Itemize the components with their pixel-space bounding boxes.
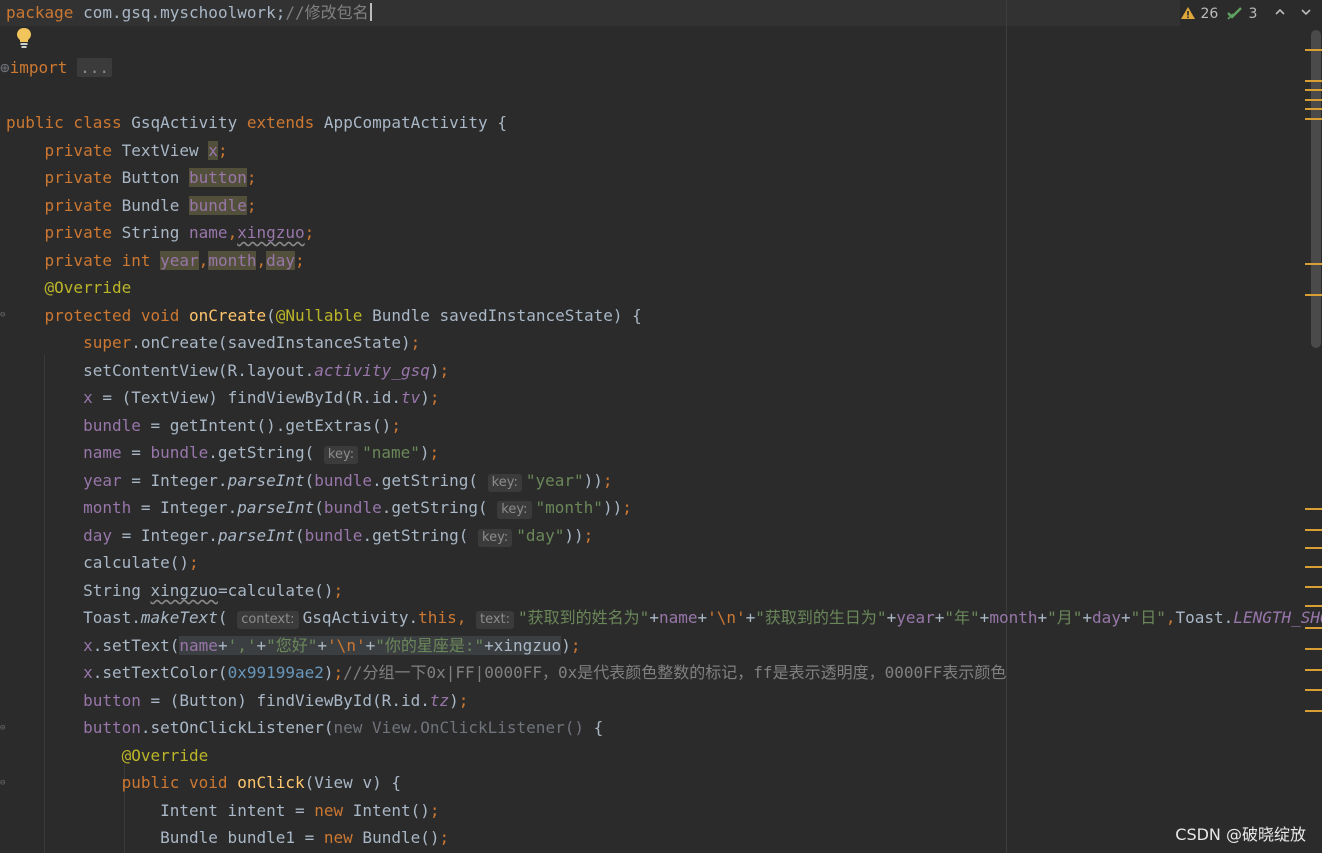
watermark: CSDN @破晓绽放 bbox=[1175, 825, 1306, 844]
warning-stripe[interactable] bbox=[1305, 108, 1322, 110]
warnings-indicator[interactable]: 26 bbox=[1180, 4, 1218, 24]
param-hint: text: bbox=[475, 611, 515, 629]
right-margin-guide bbox=[1006, 0, 1007, 853]
weak-warnings-count: 3 bbox=[1248, 6, 1258, 22]
code-line[interactable]: year = Integer.parseInt(bundle.getString… bbox=[6, 470, 613, 492]
warning-stripe[interactable] bbox=[1305, 605, 1322, 607]
code-line[interactable]: public void onClick(View v) { bbox=[6, 772, 401, 794]
code-line[interactable]: button = (Button) findViewById(R.id.tz); bbox=[6, 690, 468, 712]
code-line[interactable]: x.setTextColor(0x99199ae2);//分组一下0x|FF|0… bbox=[6, 662, 1006, 684]
code-line[interactable]: private Button button; bbox=[6, 167, 256, 189]
text-cursor bbox=[369, 3, 372, 21]
warnings-count: 26 bbox=[1200, 6, 1219, 22]
class-name: GsqActivity bbox=[131, 113, 238, 132]
warning-stripe[interactable] bbox=[1305, 669, 1322, 671]
code-line[interactable]: bundle = getIntent().getExtras(); bbox=[6, 415, 401, 437]
warning-stripe[interactable] bbox=[1305, 529, 1322, 531]
code-line[interactable]: private TextView x; bbox=[6, 140, 228, 162]
warning-stripe[interactable] bbox=[1305, 547, 1322, 549]
code-line[interactable]: x.setText(name+','+"您好"+'\n'+"你的星座是:"+xi… bbox=[6, 635, 580, 657]
warning-stripe[interactable] bbox=[1305, 294, 1322, 296]
code-line[interactable]: @Override bbox=[6, 745, 209, 767]
code-line[interactable]: Intent intent = new Intent(); bbox=[6, 800, 439, 822]
warning-stripe[interactable] bbox=[1305, 99, 1322, 101]
code-line[interactable]: String xingzuo=calculate(); bbox=[6, 580, 343, 602]
code-line[interactable]: calculate(); bbox=[6, 552, 199, 574]
param-hint: key: bbox=[323, 446, 359, 464]
previous-problem-button[interactable] bbox=[1274, 4, 1286, 24]
code-line[interactable]: private Bundle bundle; bbox=[6, 195, 256, 217]
inspection-widget: 26 3 bbox=[1180, 0, 1322, 28]
folded-imports[interactable]: ... bbox=[77, 58, 112, 77]
string-literal: "year" bbox=[525, 471, 584, 490]
param-hint: key: bbox=[497, 501, 532, 519]
warning-icon bbox=[1181, 7, 1195, 19]
check-icon bbox=[1227, 7, 1242, 20]
code-line[interactable]: @Override bbox=[6, 277, 132, 299]
color-literal: 0x99199ae2 bbox=[227, 663, 324, 682]
code-editor[interactable]: ⊖ ⊖ ⊖ package com.gsq.myschoolwork;//修改包… bbox=[0, 0, 1322, 853]
code-line[interactable]: package com.gsq.myschoolwork;//修改包名 bbox=[6, 2, 372, 24]
next-problem-button[interactable] bbox=[1300, 4, 1312, 24]
warning-stripe[interactable] bbox=[1305, 566, 1322, 568]
warning-stripe[interactable] bbox=[1305, 710, 1322, 712]
warning-stripe[interactable] bbox=[1305, 80, 1322, 82]
chevron-down-icon bbox=[1301, 9, 1311, 16]
string-literal: "month" bbox=[535, 498, 603, 517]
warning-stripe[interactable] bbox=[1305, 648, 1322, 650]
code-line[interactable]: protected void onCreate(@Nullable Bundle… bbox=[6, 305, 642, 327]
code-line[interactable]: private String name,xingzuo; bbox=[6, 222, 315, 244]
weak-warnings-indicator[interactable]: 3 bbox=[1226, 4, 1257, 24]
warning-stripe[interactable] bbox=[1305, 586, 1322, 588]
package-comment: //修改包名 bbox=[285, 3, 369, 22]
string-literal: "name" bbox=[362, 443, 420, 462]
parent-class: AppCompatActivity bbox=[323, 113, 488, 132]
chevron-up-icon bbox=[1275, 8, 1285, 15]
code-line[interactable]: setContentView(R.layout.activity_gsq); bbox=[6, 360, 449, 382]
warning-stripe[interactable] bbox=[1305, 508, 1322, 510]
lightbulb-icon[interactable] bbox=[14, 26, 34, 50]
warning-stripe[interactable] bbox=[1305, 89, 1322, 91]
string-literal: "day" bbox=[516, 526, 565, 545]
code-line[interactable]: super.onCreate(savedInstanceState); bbox=[6, 332, 420, 354]
code-line[interactable]: name = bundle.getString( key: "name"); bbox=[6, 442, 439, 464]
package-name: com.gsq.myschoolwork bbox=[83, 3, 276, 22]
code-line[interactable]: month = Integer.parseInt(bundle.getStrin… bbox=[6, 497, 632, 519]
warning-stripe[interactable] bbox=[1305, 263, 1322, 265]
code-line[interactable]: x = (TextView) findViewById(R.id.tv); bbox=[6, 387, 439, 409]
code-line[interactable]: ⊕import ... bbox=[0, 57, 112, 79]
code-line[interactable]: Bundle bundle1 = new Bundle(); bbox=[6, 827, 449, 849]
warning-stripe[interactable] bbox=[1305, 689, 1322, 691]
code-line[interactable]: Toast.makeText( context: GsqActivity.this… bbox=[6, 607, 1322, 629]
code-line[interactable]: button.setOnClickListener(new View.OnCli… bbox=[6, 717, 603, 739]
code-line[interactable]: private int year,month,day; bbox=[6, 250, 305, 272]
param-hint: context: bbox=[237, 611, 299, 629]
param-hint: key: bbox=[478, 529, 513, 547]
vertical-scrollbar-thumb[interactable] bbox=[1311, 30, 1321, 348]
warning-stripe[interactable] bbox=[1305, 627, 1322, 629]
warning-stripe[interactable] bbox=[1305, 118, 1322, 120]
warning-stripe[interactable] bbox=[1305, 49, 1322, 51]
code-line[interactable]: public class GsqActivity extends AppComp… bbox=[6, 112, 507, 134]
param-hint: key: bbox=[487, 474, 522, 492]
color-comment: //分组一下0x|FF|0000FF，0x是代表颜色整数的标记，ff是表示透明度… bbox=[343, 663, 1007, 682]
code-line[interactable]: day = Integer.parseInt(bundle.getString(… bbox=[6, 525, 593, 547]
